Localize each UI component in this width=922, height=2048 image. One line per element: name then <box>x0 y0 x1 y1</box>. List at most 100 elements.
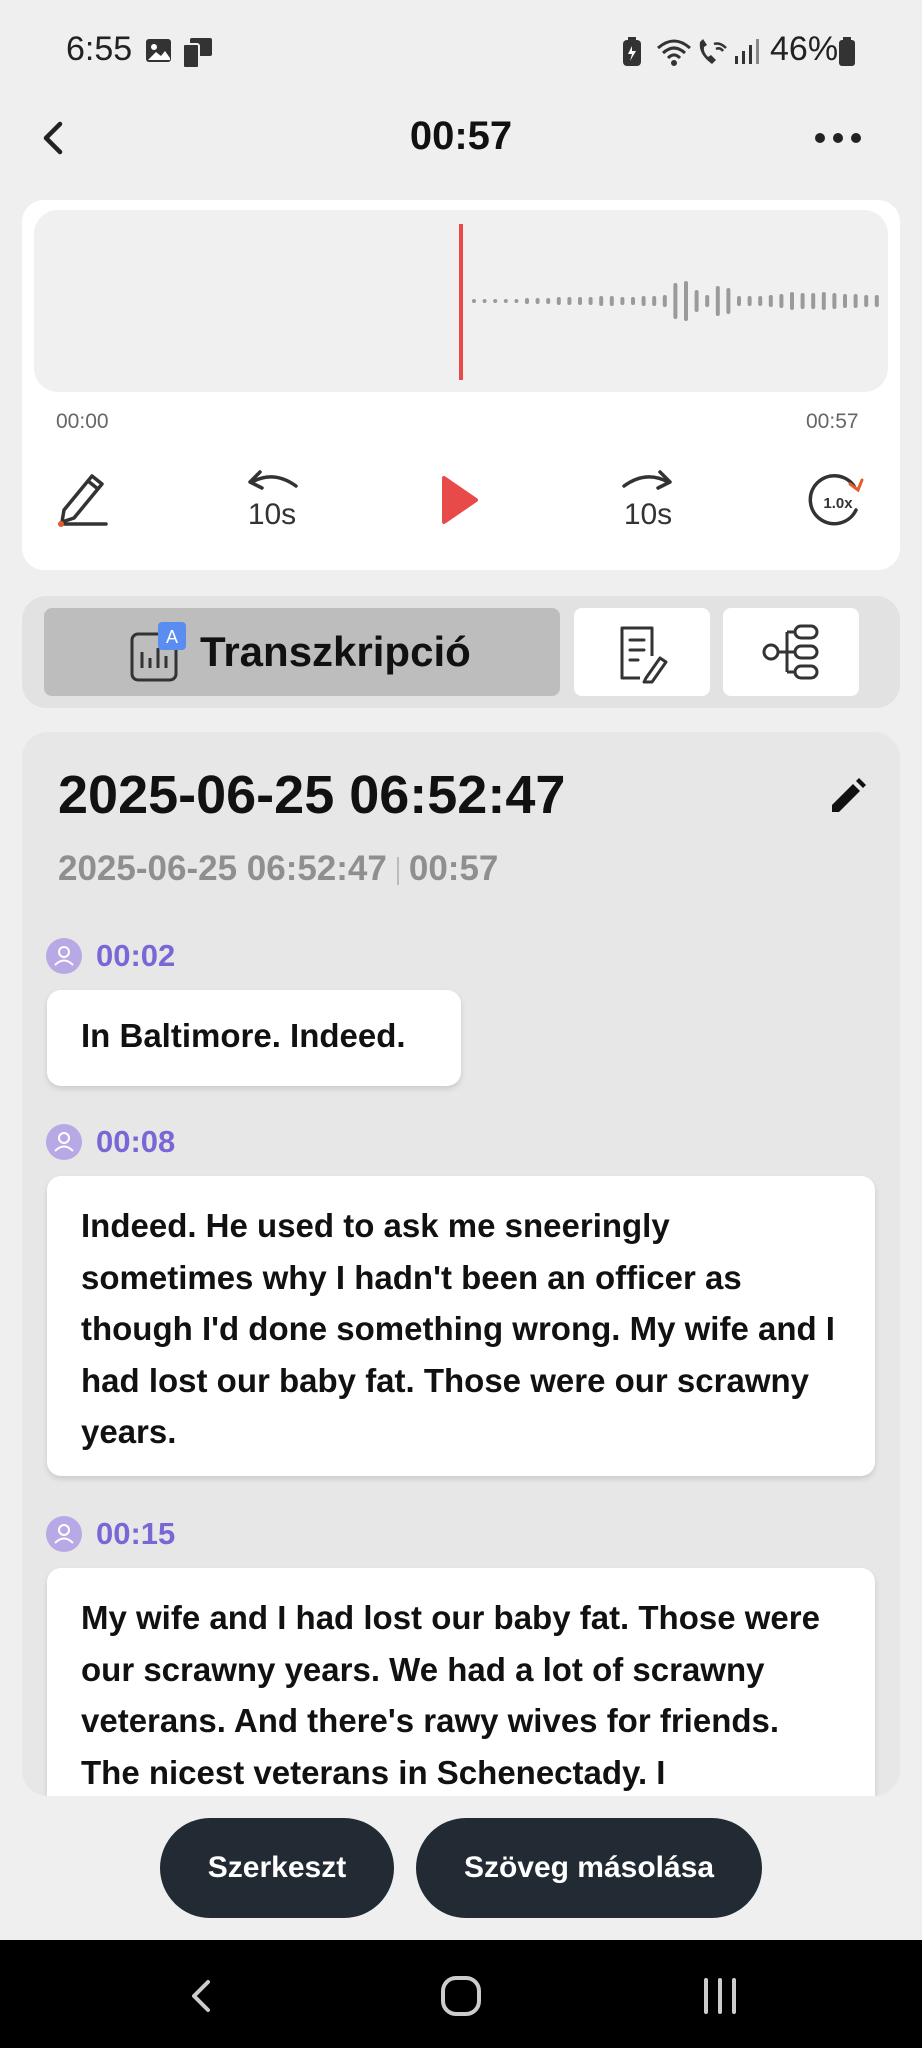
segment-text[interactable]: In Baltimore. Indeed. <box>47 990 461 1086</box>
speaker-avatar[interactable] <box>46 1516 82 1552</box>
person-icon <box>54 1132 74 1152</box>
waveform-bar <box>514 299 519 303</box>
waveform-bar <box>864 295 869 307</box>
waveform-bar <box>768 295 773 307</box>
speaker-avatar[interactable] <box>46 938 82 974</box>
waveform-bar <box>588 297 593 305</box>
speed-label: 1.0x <box>823 495 853 512</box>
waveform-bar <box>599 296 604 306</box>
waveform-graph <box>459 224 879 380</box>
battery-saver-icon <box>623 37 641 66</box>
segment-time[interactable]: 00:02 <box>96 936 175 976</box>
waveform[interactable] <box>34 210 888 392</box>
waveform-bar <box>673 283 678 319</box>
waveform-bar <box>737 296 741 306</box>
waveform-bar <box>578 297 582 305</box>
waveform-bar <box>556 297 561 305</box>
rewind-label: 10s <box>248 498 296 531</box>
page-title: 00:57 <box>409 114 513 158</box>
waveform-bar <box>832 293 837 309</box>
battery-icon <box>839 37 855 66</box>
edit-title-button[interactable] <box>822 772 872 822</box>
tab-notes[interactable] <box>574 608 710 696</box>
transcript-content[interactable]: 2025-06-25 06:52:47 2025-06-25 06:52:47 0… <box>22 732 900 1796</box>
status-bar: 6:55 46% <box>0 0 922 100</box>
forward-label: 10s <box>624 498 672 531</box>
waveform-bar <box>525 298 529 304</box>
nav-home-icon[interactable] <box>435 1970 487 2022</box>
waveform-bar <box>705 295 710 307</box>
transcript-icon: A <box>130 622 186 682</box>
waveform-bar <box>811 293 816 309</box>
segment-time[interactable]: 00:15 <box>96 1514 175 1554</box>
document-title: 2025-06-25 06:52:47 <box>58 765 566 825</box>
waveform-bar <box>662 295 667 307</box>
tab-mindmap[interactable] <box>723 608 859 696</box>
rewind-10-icon: 10s <box>248 470 298 531</box>
document-edit-icon <box>620 626 668 684</box>
waveform-bar <box>609 296 614 306</box>
waveform-bar <box>620 297 625 305</box>
pencil-icon <box>832 778 866 812</box>
transcript-badge: A <box>166 627 178 647</box>
waveform-bar <box>821 292 826 310</box>
waveform-bar <box>472 299 476 303</box>
signal-icon <box>735 39 759 64</box>
waveform-bar <box>694 290 699 312</box>
nav-back-icon[interactable] <box>176 1970 228 2022</box>
meta-separator <box>396 856 399 885</box>
wifi-icon <box>657 39 691 66</box>
status-time: 6:55 <box>66 30 133 68</box>
wifi-calling-icon <box>699 39 727 64</box>
waveform-bar <box>493 299 498 303</box>
segment-text[interactable]: My wife and I had lost our baby fat. Tho… <box>47 1568 875 1796</box>
battery-percent: 46% <box>770 30 839 68</box>
play-icon <box>442 476 478 524</box>
waveform-bar <box>684 281 688 321</box>
waveform-bar <box>567 297 572 305</box>
forward-10-icon: 10s <box>622 470 672 531</box>
speed-button[interactable]: 1.0x <box>796 462 876 538</box>
playhead[interactable] <box>459 224 463 380</box>
waveform-bar <box>641 296 646 306</box>
waveform-bar <box>546 298 551 304</box>
waveform-bar <box>503 299 508 303</box>
waveform-bar <box>843 294 847 308</box>
rewind-10-button[interactable]: 10s <box>232 462 312 538</box>
person-icon <box>54 946 74 966</box>
waveform-bar <box>853 294 858 308</box>
waveform-bar <box>747 296 752 306</box>
meta-duration: 00:57 <box>408 849 499 888</box>
waveform-bar <box>715 286 720 316</box>
segment-time[interactable]: 00:08 <box>96 1122 175 1162</box>
pen-icon <box>58 474 108 527</box>
time-end: 00:57 <box>806 410 859 433</box>
waveform-bar <box>652 296 657 306</box>
waveform-bar <box>874 295 879 307</box>
speed-icon: 1.0x <box>808 474 864 526</box>
waveform-bar <box>779 294 784 308</box>
edit-button[interactable]: Szerkeszt <box>160 1818 394 1918</box>
tab-transcript-label: Transzkripció <box>200 628 471 675</box>
waveform-bar <box>535 298 540 304</box>
waveform-bar <box>631 297 635 305</box>
segment-text[interactable]: Indeed. He used to ask me sneeringly som… <box>47 1176 875 1476</box>
document-meta: 2025-06-25 06:52:47 00:57 <box>58 848 498 890</box>
meta-date: 2025-06-25 06:52:47 <box>58 849 387 888</box>
edit-pen-button[interactable] <box>44 462 124 538</box>
speaker-avatar[interactable] <box>46 1124 82 1160</box>
waveform-bar <box>482 299 487 303</box>
waveform-bar <box>790 292 794 310</box>
more-horizontal-icon <box>815 133 861 143</box>
more-options-button[interactable] <box>808 118 868 158</box>
forward-10-button[interactable]: 10s <box>608 462 688 538</box>
person-icon <box>54 1524 74 1544</box>
waveform-bar <box>726 288 731 314</box>
play-button[interactable] <box>420 462 500 538</box>
copy-text-button[interactable]: Szöveg másolása <box>416 1818 762 1918</box>
waveform-bar <box>800 293 805 309</box>
waveform-bar <box>758 296 763 306</box>
system-nav-bar <box>0 1940 922 2048</box>
nav-recents-icon[interactable] <box>694 1970 746 2022</box>
cast-icon <box>182 38 212 69</box>
